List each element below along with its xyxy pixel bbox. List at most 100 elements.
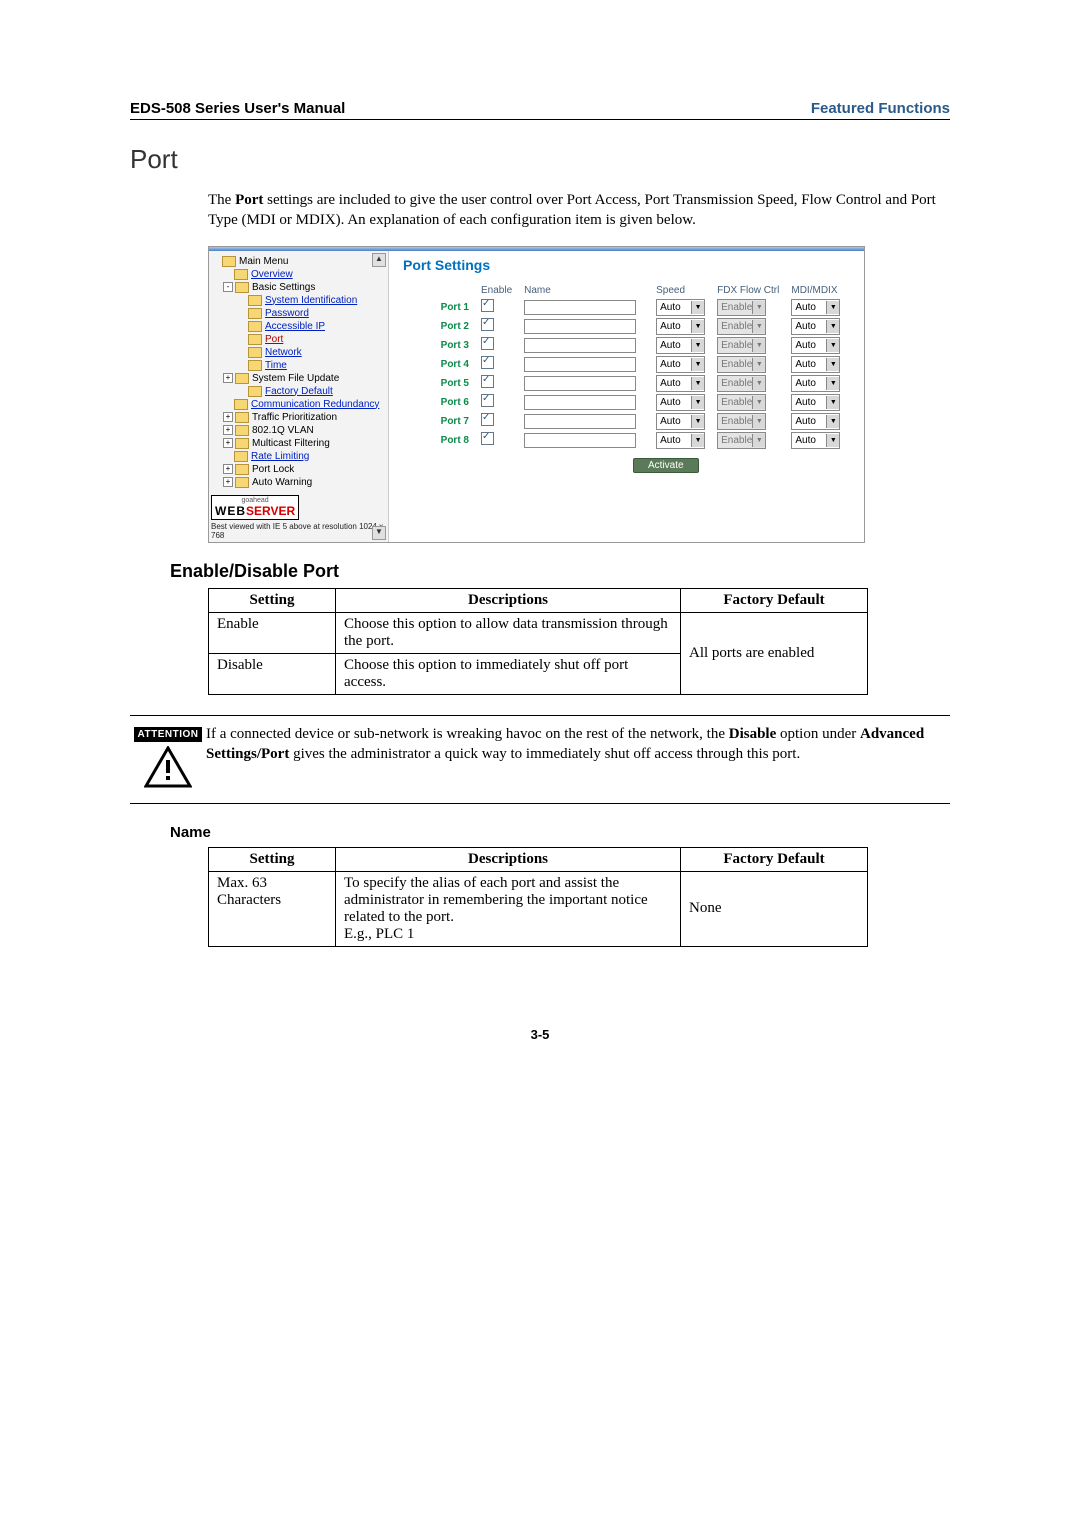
speed-select[interactable]: Auto▼: [656, 318, 705, 335]
activate-button[interactable]: Activate: [633, 458, 699, 473]
flow-select[interactable]: Enable▼: [717, 394, 766, 411]
page-number: 3-5: [130, 1027, 950, 1042]
enable-checkbox[interactable]: [481, 375, 494, 388]
enable-checkbox[interactable]: [481, 337, 494, 350]
flow-select[interactable]: Enable▼: [717, 299, 766, 316]
scroll-down-icon[interactable]: ▼: [372, 526, 386, 540]
name-input[interactable]: [524, 433, 636, 448]
mdi-select[interactable]: Auto▼: [791, 432, 840, 449]
mdi-select[interactable]: Auto▼: [791, 337, 840, 354]
folder-icon: [248, 347, 262, 358]
enable-checkbox[interactable]: [481, 318, 494, 331]
name-heading: Name: [170, 824, 950, 841]
folder-icon: [248, 334, 262, 345]
flow-select[interactable]: Enable▼: [717, 337, 766, 354]
th-default: Factory Default: [681, 847, 868, 871]
mdi-select[interactable]: Auto▼: [791, 413, 840, 430]
nav-port-lock[interactable]: Port Lock: [252, 464, 294, 475]
nav-main-menu[interactable]: Main Menu: [239, 256, 288, 267]
folder-icon: [235, 438, 249, 449]
nav-time[interactable]: Time: [265, 360, 287, 371]
nav-overview[interactable]: Overview: [251, 269, 293, 280]
mdi-select[interactable]: Auto▼: [791, 375, 840, 392]
th-default: Factory Default: [681, 588, 868, 612]
speed-select[interactable]: Auto▼: [656, 356, 705, 373]
cell-disable-desc: Choose this option to immediately shut o…: [336, 653, 681, 694]
folder-icon: [248, 386, 262, 397]
nav-accessible-ip[interactable]: Accessible IP: [265, 321, 325, 332]
mdi-select[interactable]: Auto▼: [791, 299, 840, 316]
scroll-up-icon[interactable]: ▲: [372, 253, 386, 267]
nav-rate-limiting[interactable]: Rate Limiting: [251, 451, 309, 462]
cell-max63-desc: To specify the alias of each port and as…: [336, 871, 681, 946]
name-input[interactable]: [524, 376, 636, 391]
folder-icon: [234, 399, 248, 410]
chevron-down-icon: ▼: [691, 377, 704, 390]
name-input[interactable]: [524, 338, 636, 353]
collapse-icon[interactable]: -: [223, 282, 233, 292]
nav-basic-settings[interactable]: Basic Settings: [252, 282, 315, 293]
nav-traffic-prio[interactable]: Traffic Prioritization: [252, 412, 337, 423]
expand-icon[interactable]: +: [223, 438, 233, 448]
header-left: EDS-508 Series User's Manual: [130, 100, 345, 117]
expand-icon[interactable]: +: [223, 464, 233, 474]
speed-select[interactable]: Auto▼: [656, 299, 705, 316]
expand-icon[interactable]: +: [223, 412, 233, 422]
name-input[interactable]: [524, 357, 636, 372]
header-right: Featured Functions: [811, 100, 950, 117]
chevron-down-icon: ▼: [826, 339, 839, 352]
expand-icon[interactable]: +: [223, 477, 233, 487]
folder-icon: [222, 256, 236, 267]
port-label: Port 1: [403, 298, 475, 317]
speed-select[interactable]: Auto▼: [656, 337, 705, 354]
flow-select[interactable]: Enable▼: [717, 413, 766, 430]
page-title: Port: [130, 144, 950, 175]
mdi-select[interactable]: Auto▼: [791, 394, 840, 411]
expand-icon[interactable]: +: [223, 373, 233, 383]
enable-checkbox[interactable]: [481, 394, 494, 407]
name-input[interactable]: [524, 395, 636, 410]
flow-select[interactable]: Enable▼: [717, 375, 766, 392]
speed-select[interactable]: Auto▼: [656, 375, 705, 392]
th-descriptions: Descriptions: [336, 588, 681, 612]
nav-port[interactable]: Port: [265, 334, 283, 345]
nav-auto-warning[interactable]: Auto Warning: [252, 477, 312, 488]
port-label: Port 8: [403, 431, 475, 450]
name-input[interactable]: [524, 414, 636, 429]
nav-password[interactable]: Password: [265, 308, 309, 319]
chevron-down-icon: ▼: [691, 434, 704, 447]
flow-select[interactable]: Enable▼: [717, 432, 766, 449]
flow-select[interactable]: Enable▼: [717, 318, 766, 335]
mdi-select[interactable]: Auto▼: [791, 356, 840, 373]
nav-system-id[interactable]: System Identification: [265, 295, 357, 306]
cell-enable-desc: Choose this option to allow data transmi…: [336, 612, 681, 653]
nav-vlan[interactable]: 802.1Q VLAN: [252, 425, 314, 436]
name-input[interactable]: [524, 319, 636, 334]
chevron-down-icon: ▼: [691, 301, 704, 314]
nav-network[interactable]: Network: [265, 347, 302, 358]
col-enable: Enable: [475, 283, 518, 298]
mdi-select[interactable]: Auto▼: [791, 318, 840, 335]
nav-sys-file-update[interactable]: System File Update: [252, 373, 339, 384]
speed-select[interactable]: Auto▼: [656, 432, 705, 449]
enable-checkbox[interactable]: [481, 432, 494, 445]
cell-disable: Disable: [209, 653, 336, 694]
flow-select[interactable]: Enable▼: [717, 356, 766, 373]
enable-checkbox[interactable]: [481, 356, 494, 369]
nav-comm-redundancy[interactable]: Communication Redundancy: [251, 399, 379, 410]
speed-select[interactable]: Auto▼: [656, 394, 705, 411]
folder-icon: [235, 464, 249, 475]
chevron-down-icon: ▼: [826, 320, 839, 333]
expand-icon[interactable]: +: [223, 425, 233, 435]
speed-select[interactable]: Auto▼: [656, 413, 705, 430]
folder-icon: [248, 308, 262, 319]
enable-checkbox[interactable]: [481, 299, 494, 312]
nav-multicast[interactable]: Multicast Filtering: [252, 438, 330, 449]
enable-disable-heading: Enable/Disable Port: [170, 561, 950, 582]
cell-default: All ports are enabled: [681, 612, 868, 694]
nav-factory-default[interactable]: Factory Default: [265, 386, 333, 397]
name-input[interactable]: [524, 300, 636, 315]
warning-icon: [144, 746, 192, 788]
enable-checkbox[interactable]: [481, 413, 494, 426]
th-setting: Setting: [209, 588, 336, 612]
